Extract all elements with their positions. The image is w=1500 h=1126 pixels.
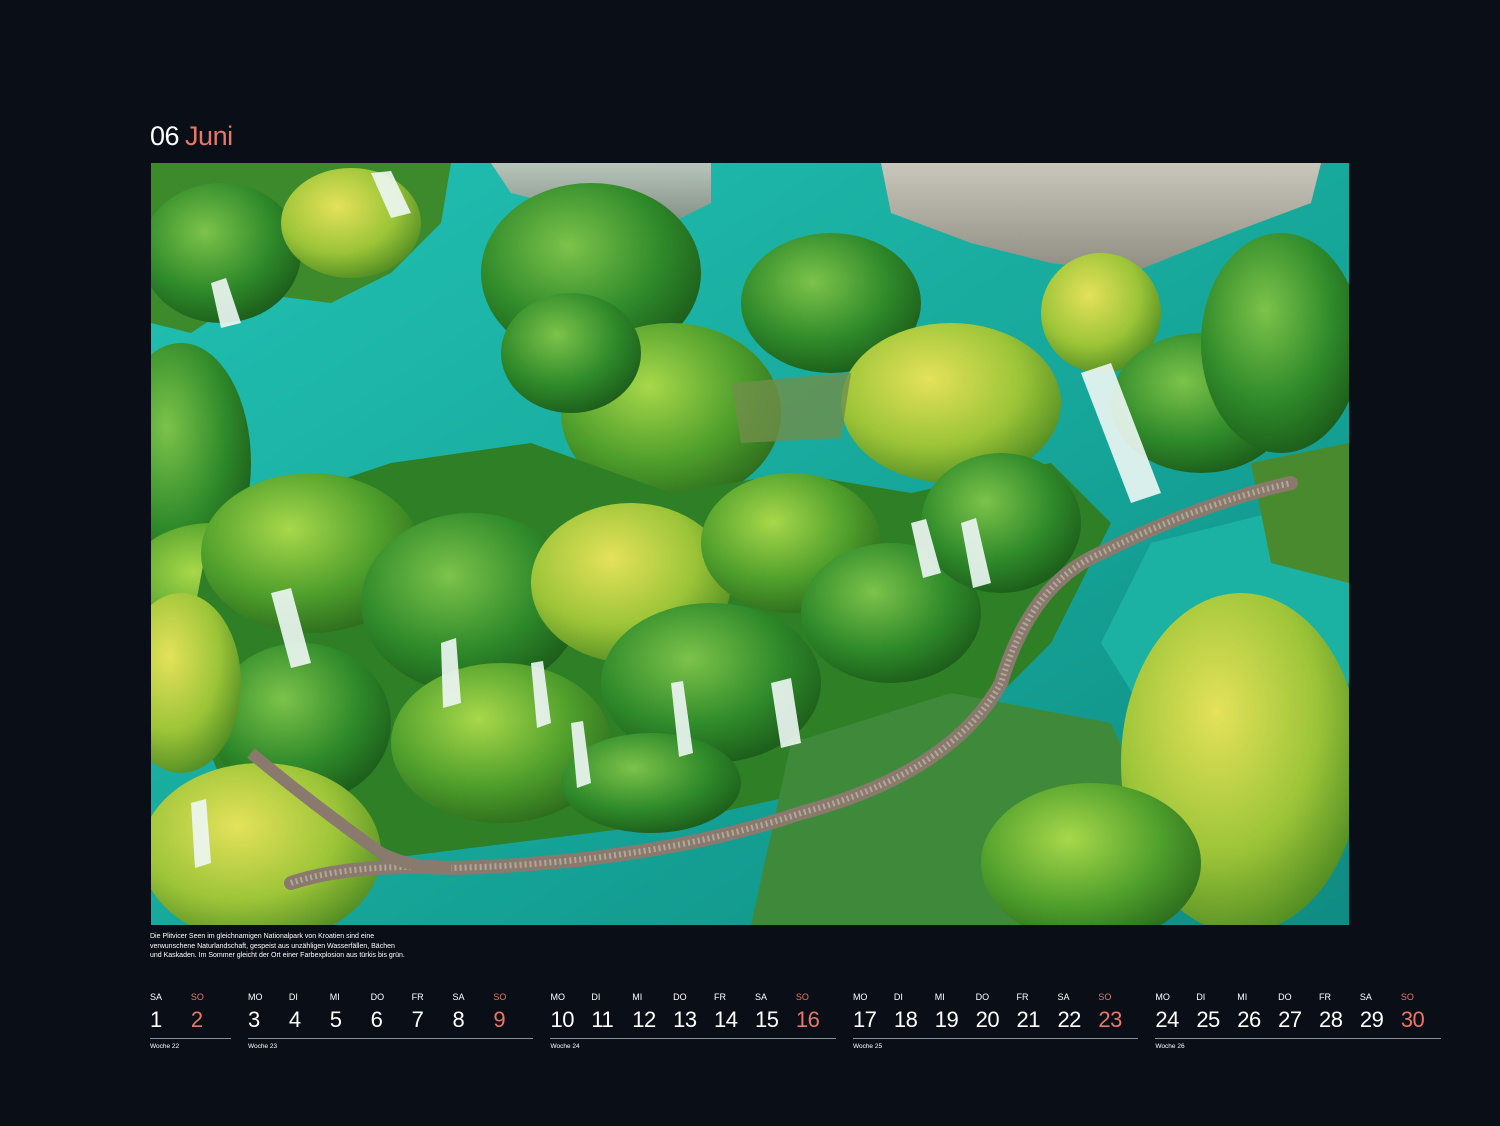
day-number: 22 [1057, 1007, 1081, 1032]
week-label: Woche 22 [150, 1043, 180, 1050]
weekday-label: DO [1278, 992, 1292, 1002]
day-number: 4 [288, 1007, 301, 1032]
day-number: 2 [190, 1007, 203, 1032]
weekday-label: SA [754, 992, 767, 1002]
weekday-label: MI [329, 992, 340, 1002]
day-number: 7 [411, 1007, 424, 1032]
day-number: 26 [1237, 1007, 1261, 1032]
caption-line: Die Plitvicer Seen im gleichnamigen Nati… [150, 933, 375, 940]
week-divider [150, 1038, 231, 1039]
landscape-photo [151, 163, 1349, 925]
week-label: Woche 25 [852, 1043, 883, 1050]
weekday-label: MI [934, 992, 945, 1002]
weekday-label: MI [1237, 992, 1248, 1002]
day-number: 10 [550, 1007, 574, 1032]
weekday-label: MO [852, 992, 868, 1002]
day-number: 5 [329, 1007, 342, 1032]
calendar-strip: SA 1 SO 2 MO 3 DI 4 MI 5 DO 6 FR 7 SA 8 SO 9 MO 10 DI 11 MI 12 D… [150, 992, 1441, 1062]
day-number: 17 [852, 1007, 877, 1032]
week-label: Woche 26 [1155, 1043, 1185, 1050]
waterfall-lakes-illustration [151, 163, 1349, 925]
weekday-label: DO [673, 992, 687, 1002]
day-number: 8 [452, 1007, 465, 1032]
weekday-label: SO [1400, 992, 1414, 1002]
weekday-label: MO [550, 992, 565, 1002]
day-number: 3 [247, 1007, 260, 1032]
day-number: 18 [893, 1007, 918, 1032]
weekday-label: FR [714, 992, 727, 1002]
week-label: Woche 24 [550, 1043, 580, 1050]
weekday-label: SO [493, 992, 507, 1002]
weekday-label: SO [1098, 992, 1112, 1002]
day-number: 11 [591, 1007, 614, 1032]
weekday-label: SA [452, 992, 465, 1002]
weekday-label: FR [1319, 992, 1332, 1002]
month-header: 06 Juni [150, 118, 233, 154]
day-number: 30 [1400, 1007, 1425, 1032]
day-number: 21 [1016, 1007, 1041, 1032]
week-divider [852, 1038, 1139, 1039]
caption-line: und Kaskaden. Im Sommer gleicht der Ort … [150, 952, 405, 959]
day-number: 27 [1278, 1007, 1302, 1032]
day-number: 12 [632, 1007, 656, 1032]
week-divider [550, 1038, 836, 1039]
day-number: 14 [714, 1007, 738, 1032]
day-number: 23 [1098, 1007, 1122, 1032]
weekday-label: MO [247, 992, 263, 1002]
weekday-label: SA [150, 992, 163, 1002]
caption-line: verwunschene Naturlandschaft, gespeist a… [150, 942, 395, 950]
weekday-label: DO [975, 992, 990, 1002]
weekday-label: DI [893, 992, 903, 1002]
day-number: 28 [1319, 1007, 1343, 1032]
week-divider [247, 1038, 534, 1039]
week-label: Woche 23 [247, 1043, 278, 1050]
photo-caption: Die Plitvicer Seen im gleichnamigen Nati… [150, 932, 450, 961]
day-number: 1 [150, 1007, 162, 1032]
weekday-label: SO [190, 992, 204, 1002]
day-number: 29 [1359, 1007, 1384, 1032]
weekday-label: DO [370, 992, 385, 1002]
weekday-label: SO [795, 992, 809, 1002]
day-number: 25 [1196, 1007, 1220, 1032]
day-number: 20 [975, 1007, 1000, 1032]
weekday-label: FR [1016, 992, 1029, 1002]
month-name: Juni [185, 121, 233, 151]
weekday-label: DI [288, 992, 298, 1002]
day-number: 9 [493, 1007, 506, 1032]
day-number: 6 [370, 1007, 383, 1032]
day-number: 16 [795, 1007, 820, 1032]
weekday-label: MI [632, 992, 643, 1002]
day-number: 24 [1155, 1007, 1179, 1032]
weekday-label: DI [1196, 992, 1206, 1002]
day-number: 15 [754, 1007, 779, 1032]
week-divider [1155, 1038, 1441, 1039]
month-number: 06 [150, 121, 180, 151]
weekday-label: DI [591, 992, 601, 1002]
weekday-label: FR [411, 992, 424, 1002]
weekday-label: SA [1359, 992, 1372, 1002]
day-number: 13 [673, 1007, 697, 1032]
weekday-label: SA [1057, 992, 1070, 1002]
weekday-label: MO [1155, 992, 1170, 1002]
day-number: 19 [934, 1007, 959, 1032]
